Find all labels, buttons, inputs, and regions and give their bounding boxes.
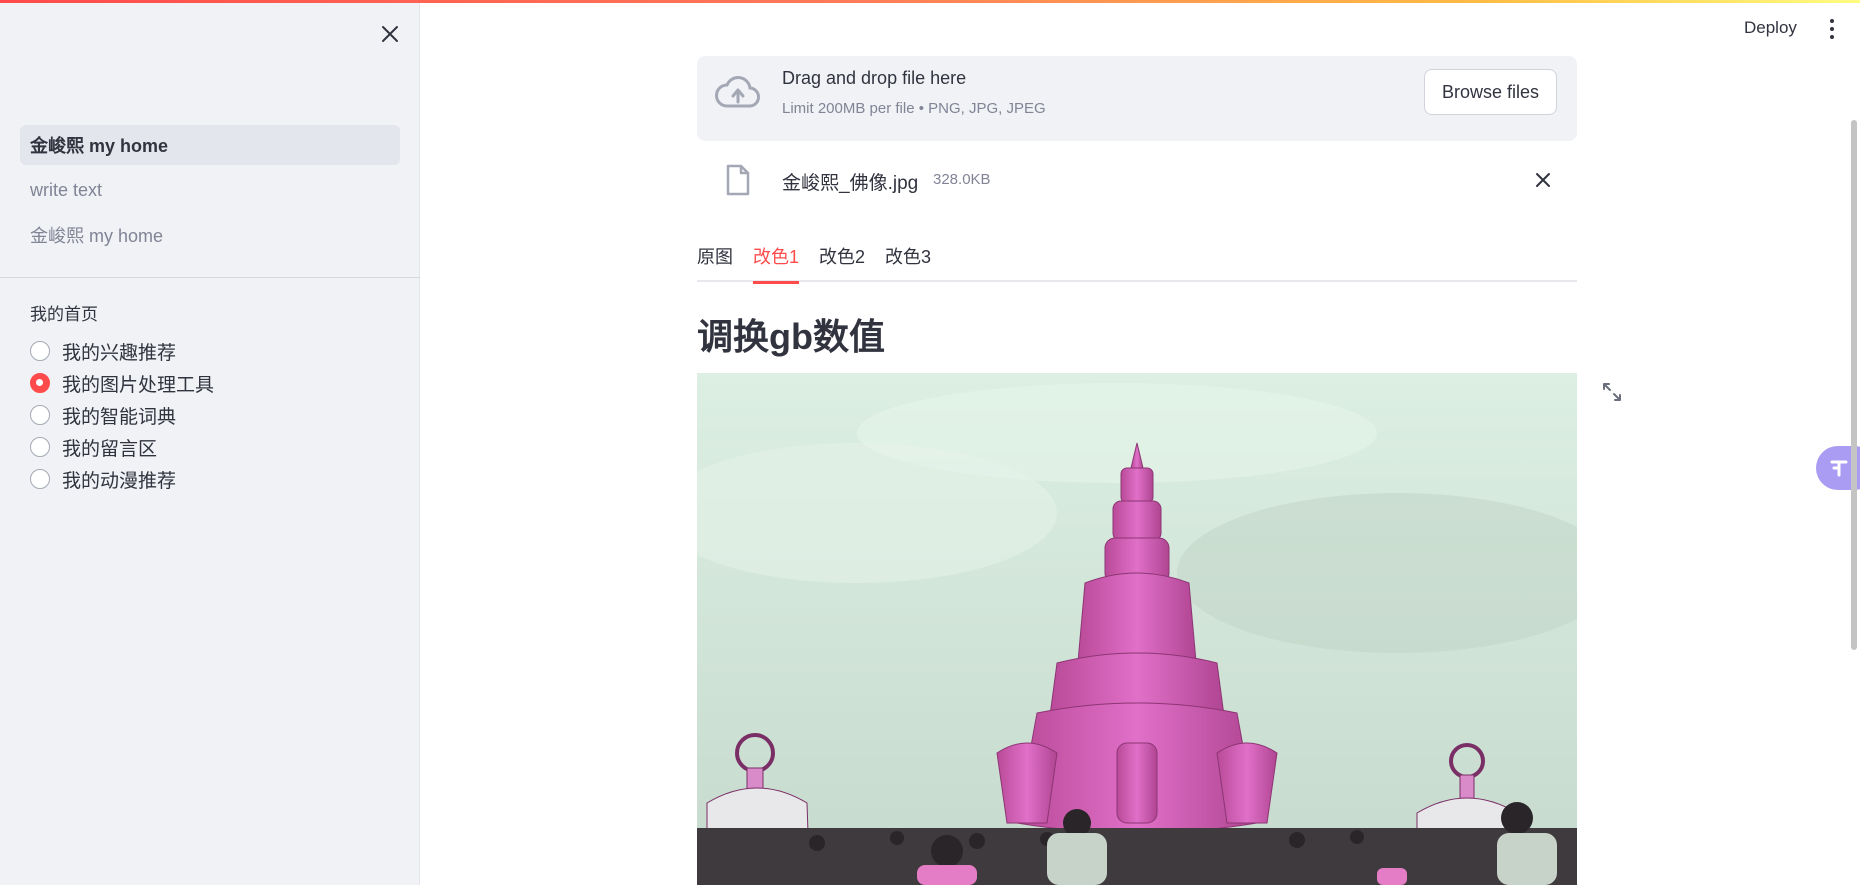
remove-file-button[interactable] [1531,168,1555,192]
dropzone-limit-text: Limit 200MB per file • PNG, JPG, JPEG [782,100,1046,117]
radio-button[interactable] [30,341,50,361]
radio-option-anime[interactable]: 我的动漫推荐 [30,463,214,495]
buddha-statue-photo [697,373,1577,885]
radio-option-interests[interactable]: 我的兴趣推荐 [30,335,214,367]
sidebar-divider [0,277,420,278]
radio-label: 我的兴趣推荐 [62,342,177,364]
radio-label: 我的动漫推荐 [62,470,177,492]
sidebar-item-my-home[interactable]: 金峻熙 my home [20,125,400,165]
dropzone-title: Drag and drop file here [782,68,967,88]
tab-original[interactable]: 原图 [697,240,733,282]
radio-button[interactable] [30,437,50,457]
close-icon [1536,173,1550,187]
recolored-image [697,373,1577,885]
radio-option-image-tools[interactable]: 我的图片处理工具 [30,367,214,399]
close-icon [382,26,398,42]
radio-button-checked[interactable] [30,373,50,393]
page-radio-group: 我的首页 我的兴趣推荐 我的图片处理工具 我的智能词典 我的留言区 我的动漫推荐 [30,300,214,495]
sidebar: 金峻熙 my home write text 金峻熙 my home 我的首页 … [0,0,420,885]
radio-group-title: 我的首页 [30,305,98,324]
tab-recolor-2[interactable]: 改色2 [819,240,865,282]
file-name: 金峻熙_佛像.jpg [782,173,919,194]
file-icon [726,164,750,196]
assistant-icon [1830,460,1848,477]
uploaded-file-row: 金峻熙_佛像.jpg 328.0KB [697,160,1577,200]
page-title: 调换gb数值 [697,316,885,357]
tab-recolor-1[interactable]: 改色1 [753,240,800,284]
file-size: 328.0KB [933,171,991,188]
deploy-button[interactable]: Deploy [1744,18,1797,38]
sidebar-nav: 金峻熙 my home write text 金峻熙 my home [20,125,400,260]
radio-option-message-board[interactable]: 我的留言区 [30,431,214,463]
tab-recolor-3[interactable]: 改色3 [885,240,931,282]
fullscreen-icon[interactable] [1600,380,1624,404]
radio-option-dictionary[interactable]: 我的智能词典 [30,399,214,431]
top-decoration-bar [0,0,1860,3]
cloud-upload-icon [715,76,760,108]
sidebar-item-my-home-2[interactable]: 金峻熙 my home [20,215,400,255]
sidebar-item-write-text[interactable]: write text [20,170,400,210]
radio-label: 我的留言区 [62,438,158,460]
browse-files-button[interactable]: Browse files [1424,69,1557,115]
radio-label: 我的图片处理工具 [62,374,215,396]
file-dropzone[interactable]: Drag and drop file here Limit 200MB per … [697,56,1577,141]
radio-button[interactable] [30,405,50,425]
radio-label: 我的智能词典 [62,406,177,428]
tab-bar: 原图 改色1 改色2 改色3 [697,240,1577,284]
main-menu-button[interactable] [1822,16,1842,42]
radio-button[interactable] [30,469,50,489]
kebab-menu-icon [1830,19,1834,23]
close-sidebar-button[interactable] [376,20,404,48]
scrollbar[interactable] [1851,120,1857,650]
